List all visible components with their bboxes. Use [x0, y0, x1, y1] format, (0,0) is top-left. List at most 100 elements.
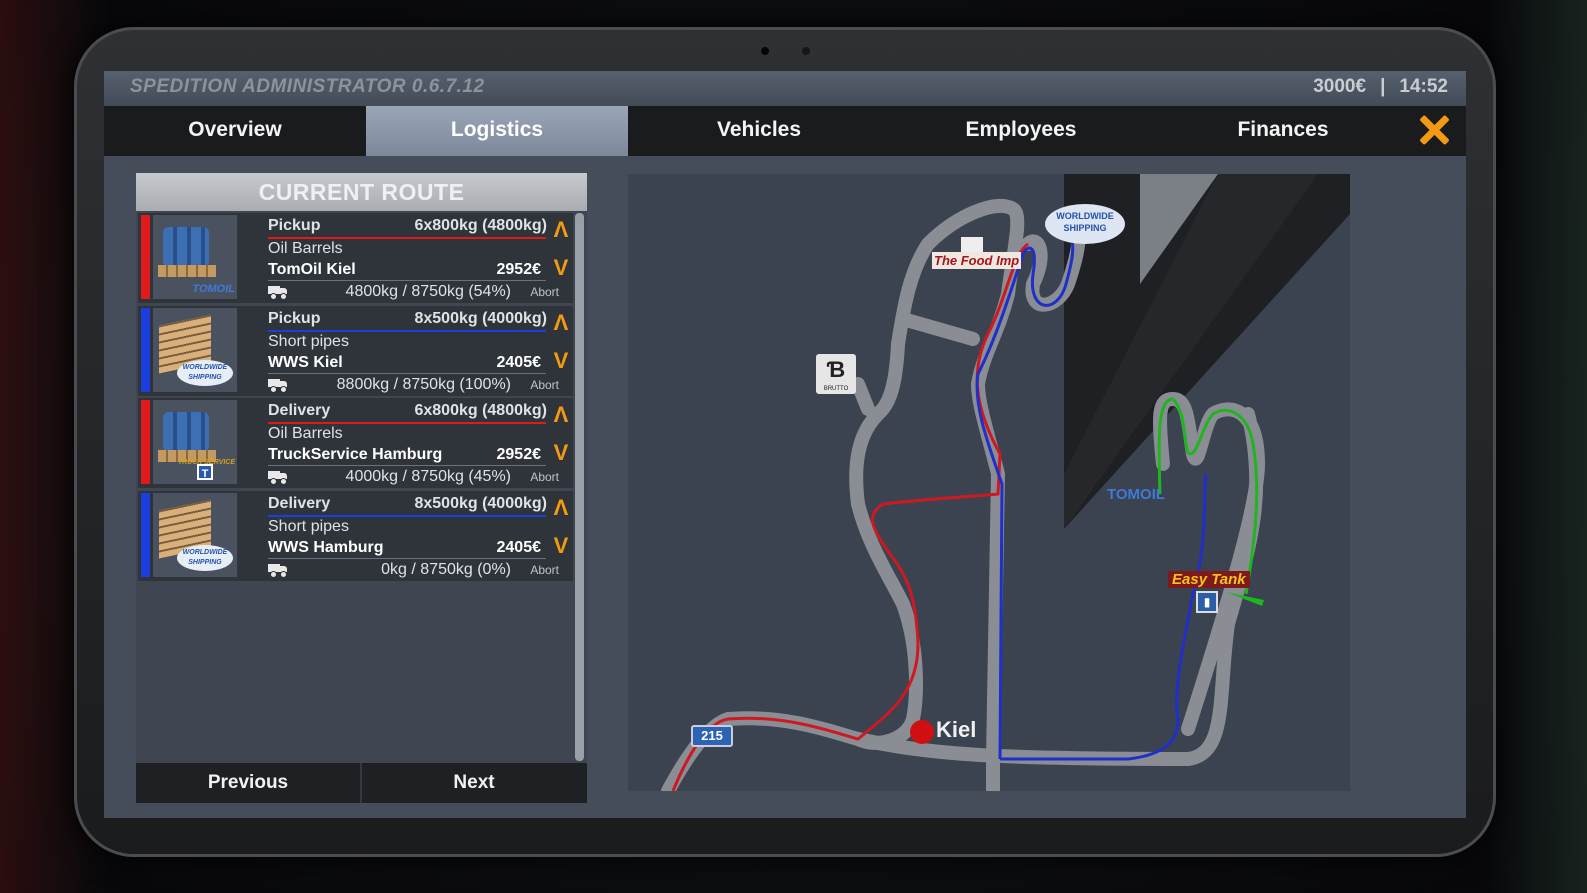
destination-name: TomOil Kiel	[268, 261, 356, 278]
move-down-icon[interactable]: V	[551, 257, 571, 279]
truck-icon	[268, 563, 288, 578]
oil-barrels-icon	[163, 227, 209, 267]
job-quantity: 8x500kg (4000kg)	[414, 494, 547, 512]
tablet-frame: SPEDITION ADMINISTRATOR 0.6.7.12 3000€ | 1…	[74, 27, 1496, 857]
close-icon[interactable]	[1414, 110, 1454, 150]
easy-tank-label: Easy Tank	[1168, 571, 1250, 588]
route-underline	[268, 514, 546, 517]
divider	[268, 557, 546, 559]
previous-button[interactable]: Previous	[136, 763, 362, 803]
abort-button[interactable]: Abort	[530, 563, 559, 577]
job-price: 2952€	[496, 261, 542, 278]
route-list: TOMOIL Pickup 6x800kg (4800kg) Oil Barrels T…	[136, 211, 573, 763]
abort-button[interactable]: Abort	[530, 285, 559, 299]
route-map[interactable]: 215 Kiel The Food Imp WORLDWIDE SHIPPING…	[628, 174, 1350, 791]
company-logo: WORLDWIDE SHIPPING	[177, 359, 233, 386]
route-header: CURRENT ROUTE	[136, 173, 587, 211]
company-logo: TOMOIL	[192, 283, 235, 295]
move-down-icon[interactable]: V	[551, 349, 571, 372]
cargo-thumbnail: TRUCK SERVICE T	[153, 400, 237, 484]
job-price: 2405€	[496, 353, 542, 371]
brutto-logo: Ɓ BRUTTO	[816, 354, 856, 394]
cargo-thumbnail: WORLDWIDE SHIPPING	[153, 307, 237, 392]
food-imp-label: The Food Imp	[932, 252, 1022, 269]
move-up-icon[interactable]: Λ	[551, 404, 571, 426]
move-up-icon[interactable]: Λ	[551, 496, 571, 519]
truck-load: 8800kg / 8750kg (100%)	[336, 375, 511, 393]
tab-finances[interactable]: Finances	[1152, 106, 1414, 156]
brutto-logo-text: BRUTTO	[823, 386, 849, 392]
status-area: 3000€ | 14:52	[1313, 76, 1448, 98]
route-card[interactable]: TRUCK SERVICE T Delivery 6x800kg (4800kg) Oi…	[138, 398, 573, 488]
divider	[268, 372, 546, 374]
truck-load: 0kg / 8750kg (0%)	[381, 560, 511, 578]
job-type: Delivery	[268, 402, 331, 419]
next-button[interactable]: Next	[362, 763, 586, 803]
job-type: Delivery	[268, 494, 331, 512]
oil-barrels-icon	[163, 412, 209, 452]
title-bar: SPEDITION ADMINISTRATOR 0.6.7.12 3000€ | 1…	[104, 71, 1466, 106]
job-quantity: 6x800kg (4800kg)	[414, 402, 547, 419]
city-label-kiel: Kiel	[936, 717, 977, 742]
money-display: 3000€	[1313, 76, 1367, 97]
background-right	[1487, 0, 1587, 893]
abort-button[interactable]: Abort	[530, 470, 559, 484]
route-color-stripe	[141, 215, 150, 299]
route-color-stripe	[141, 400, 150, 484]
move-up-icon[interactable]: Λ	[551, 311, 571, 334]
status-separator: |	[1380, 76, 1386, 97]
truck-load: 4000kg / 8750kg (45%)	[345, 468, 511, 485]
route-card[interactable]: TOMOIL Pickup 6x800kg (4800kg) Oil Barrels T…	[138, 213, 573, 303]
route-underline	[268, 329, 546, 332]
kiel-marker-icon	[910, 720, 934, 744]
job-type: Pickup	[268, 217, 321, 234]
route-card[interactable]: WORLDWIDE SHIPPING Delivery 8x500kg (4000k…	[138, 490, 573, 581]
destination-name: WWS Hamburg	[268, 538, 384, 556]
cargo-name: Oil Barrels	[268, 425, 343, 442]
move-up-icon[interactable]: Λ	[551, 219, 571, 241]
move-down-icon[interactable]: V	[551, 534, 571, 557]
job-quantity: 6x800kg (4800kg)	[414, 217, 547, 234]
tomoil-label: TOMOIL	[1107, 486, 1166, 503]
truck-icon	[268, 285, 288, 300]
sensor-icon	[802, 47, 810, 55]
cargo-name: Short pipes	[268, 517, 349, 535]
tab-logistics[interactable]: Logistics	[366, 106, 628, 156]
abort-button[interactable]: Abort	[530, 378, 559, 392]
truck-icon	[268, 378, 288, 393]
cargo-thumbnail: TOMOIL	[153, 215, 237, 299]
destination-name: WWS Kiel	[268, 353, 343, 371]
route-color-stripe	[141, 307, 150, 392]
divider	[268, 280, 546, 281]
pallet-icon	[158, 265, 216, 277]
camera-icon	[761, 47, 769, 55]
road-number-sign: 215	[691, 725, 733, 747]
route-underline	[268, 237, 546, 239]
route-card[interactable]: WORLDWIDE SHIPPING Pickup 8x500kg (4000kg)…	[138, 305, 573, 396]
truck-service-icon: T	[197, 464, 213, 480]
move-down-icon[interactable]: V	[551, 442, 571, 464]
route-color-stripe	[141, 492, 150, 577]
job-quantity: 8x500kg (4000kg)	[414, 309, 547, 327]
route-scrollbar[interactable]	[575, 213, 584, 761]
cargo-name: Short pipes	[268, 332, 349, 350]
tab-vehicles[interactable]: Vehicles	[628, 106, 890, 156]
tab-employees[interactable]: Employees	[890, 106, 1152, 156]
tablet-screen: SPEDITION ADMINISTRATOR 0.6.7.12 3000€ | 1…	[104, 71, 1466, 818]
truck-load: 4800kg / 8750kg (54%)	[345, 283, 511, 300]
job-type: Pickup	[268, 309, 321, 327]
truck-icon	[268, 470, 288, 485]
divider	[268, 465, 546, 466]
route-navigation: Previous Next	[136, 763, 587, 803]
app-title: SPEDITION ADMINISTRATOR 0.6.7.12	[130, 76, 485, 97]
tab-overview[interactable]: Overview	[104, 106, 366, 156]
clock-display: 14:52	[1399, 76, 1448, 97]
company-logo: WORLDWIDE SHIPPING	[177, 544, 233, 571]
job-price: 2952€	[496, 446, 542, 463]
cargo-thumbnail: WORLDWIDE SHIPPING	[153, 492, 237, 577]
cargo-name: Oil Barrels	[268, 240, 343, 257]
job-price: 2405€	[496, 538, 542, 556]
destination-name: TruckService Hamburg	[268, 446, 443, 463]
tab-bar: Overview Logistics Vehicles Employees Fi…	[104, 106, 1466, 156]
current-route-panel: CURRENT ROUTE TOMOIL Pickup 6x800kg (4800k…	[136, 173, 587, 803]
